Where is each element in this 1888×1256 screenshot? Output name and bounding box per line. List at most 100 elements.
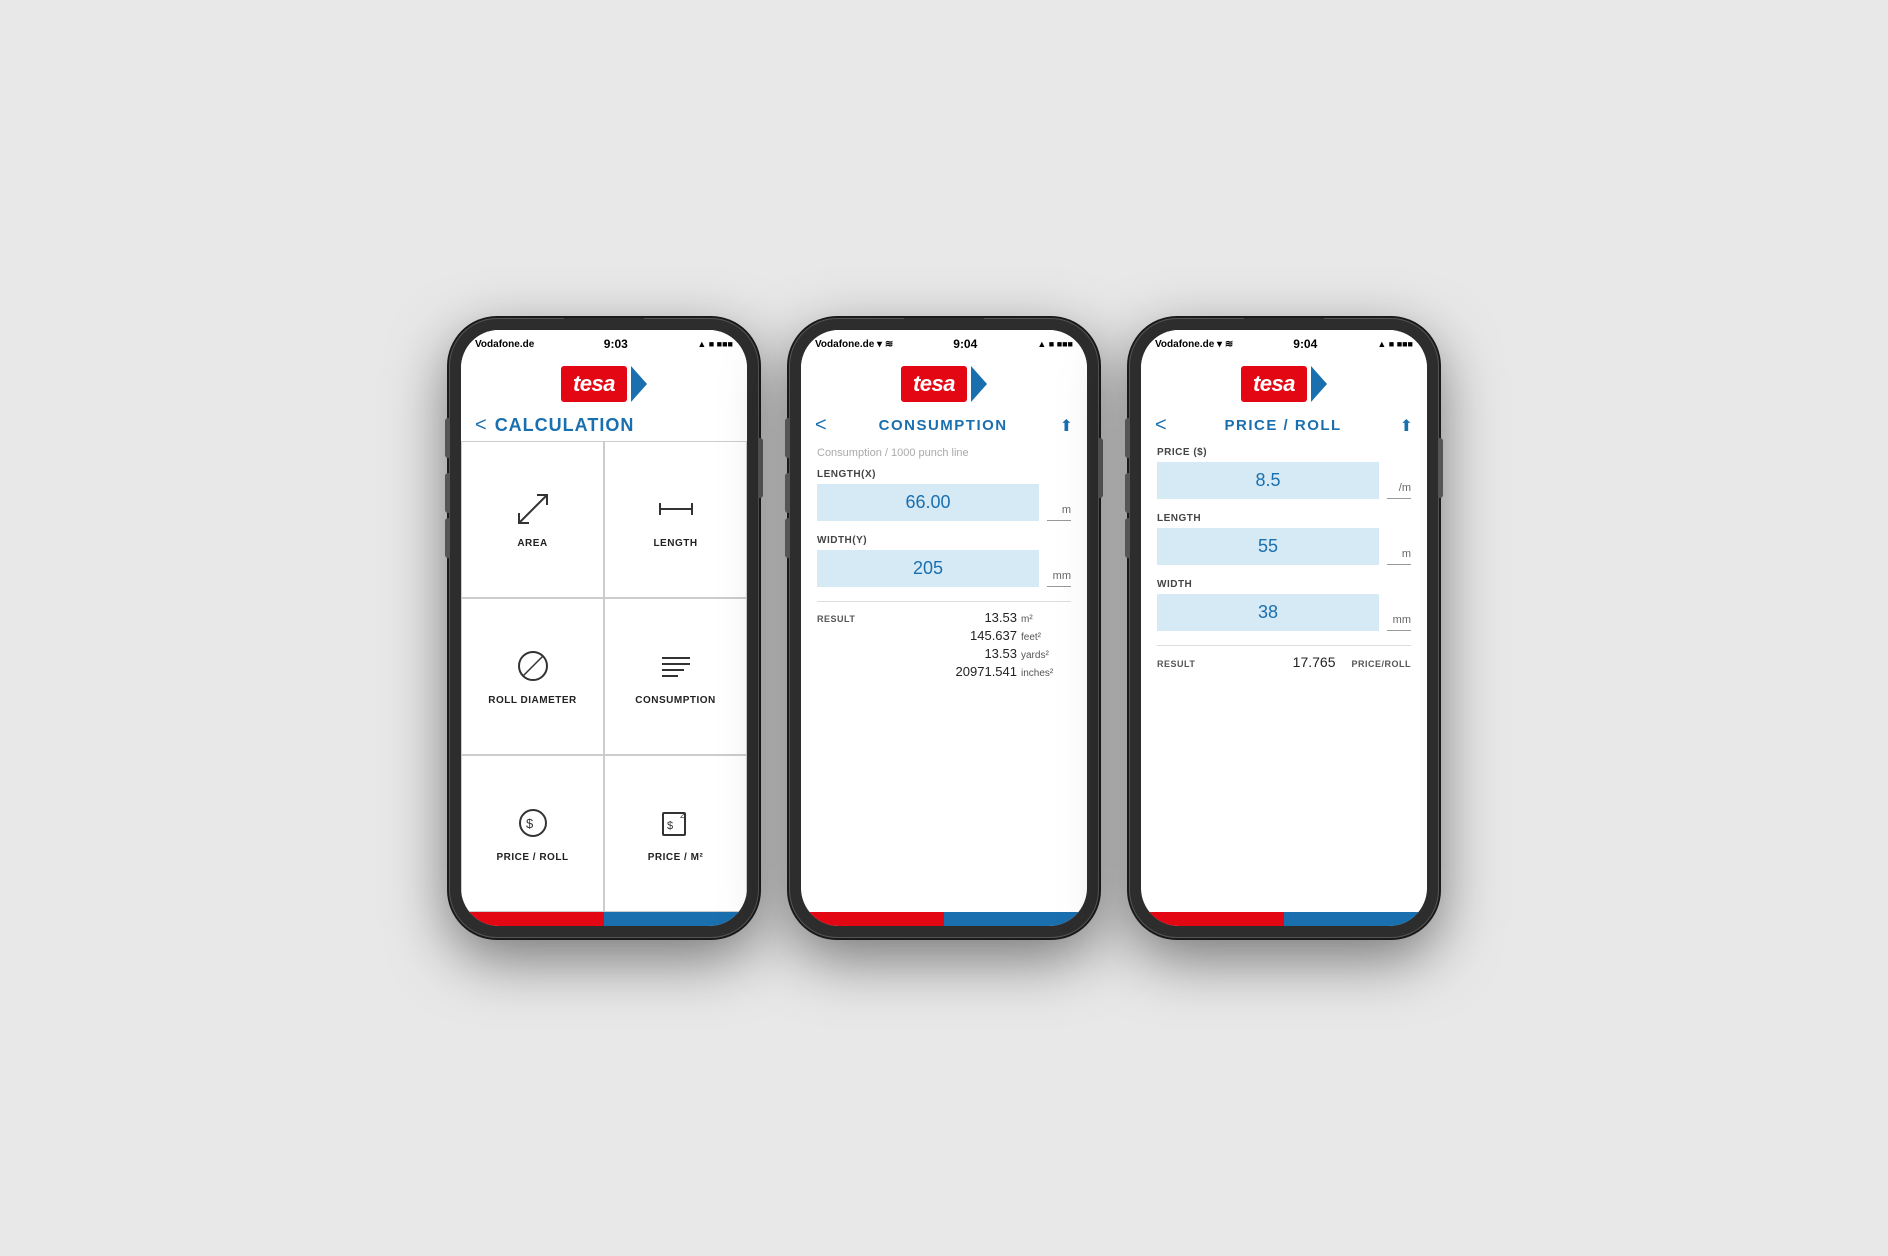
tesa-logo-box-3: tesa: [1241, 366, 1307, 402]
tesa-logo-box-2: tesa: [901, 366, 967, 402]
phone-notch: [564, 318, 644, 326]
result-unit-price: PRICE/ROLL: [1351, 659, 1411, 669]
time-2: 9:04: [953, 337, 977, 351]
field-label-length-p: LENGTH: [1157, 513, 1411, 524]
phones-container: Vodafone.de 9:03 ▲ ■ ■■■ tesa < CALCULAT…: [449, 318, 1439, 938]
phone-1: Vodafone.de 9:03 ▲ ■ ■■■ tesa < CALCULAT…: [449, 318, 759, 938]
form-title-2: CONSUMPTION: [879, 417, 1008, 434]
form-divider-3: [1157, 645, 1411, 646]
roll-icon: [515, 648, 551, 689]
field-label-price: PRICE ($): [1157, 447, 1411, 458]
svg-text:$: $: [667, 820, 673, 832]
field-row-length-x: 66.00 m: [817, 484, 1071, 521]
result-value-1: 13.53: [947, 610, 1017, 625]
result-section-2: RESULT 13.53 m² 145.637 feet² 13.: [817, 610, 1071, 679]
screen-content-2: < CONSUMPTION ⬆ Consumption / 1000 punch…: [801, 408, 1087, 912]
calc-grid: AREA LENGTH: [461, 441, 747, 912]
result-unit-1: m²: [1021, 614, 1071, 625]
consumption-label: CONSUMPTION: [635, 695, 716, 706]
input-length-p[interactable]: 55: [1157, 528, 1379, 565]
input-price[interactable]: 8.5: [1157, 462, 1379, 499]
tesa-logo-3: tesa: [1241, 366, 1327, 402]
status-bar-3: Vodafone.de ▾ ≋ 9:04 ▲ ■ ■■■: [1141, 330, 1427, 358]
bottom-bar-red-2: [801, 912, 944, 926]
input-width-y[interactable]: 205: [817, 550, 1039, 587]
tesa-arrow-1: [631, 366, 647, 402]
result-value-price: 17.765: [1293, 654, 1336, 670]
consumption-icon: [658, 648, 694, 689]
length-label: LENGTH: [653, 538, 697, 549]
bottom-bar-1: [461, 912, 747, 926]
carrier-2: Vodafone.de ▾ ≋: [815, 339, 893, 350]
result-unit-2: feet²: [1021, 632, 1071, 643]
battery-icons-2: ▲ ■ ■■■: [1037, 339, 1073, 349]
result-value-2: 145.637: [947, 628, 1017, 643]
phone-notch-3: [1244, 318, 1324, 326]
field-label-length-x: LENGTH(X): [817, 469, 1071, 480]
svg-text:2: 2: [680, 811, 685, 820]
carrier-3: Vodafone.de ▾ ≋: [1155, 339, 1233, 350]
field-row-length-p: 55 m: [1157, 528, 1411, 565]
result-label-2: RESULT: [817, 614, 862, 624]
svg-text:$: $: [526, 816, 534, 831]
area-icon: [515, 491, 551, 532]
time-3: 9:04: [1293, 337, 1317, 351]
roll-label: ROLL DIAMETER: [488, 695, 577, 706]
result-unit-4: inches²: [1021, 668, 1071, 679]
phone-screen-2: Vodafone.de ▾ ≋ 9:04 ▲ ■ ■■■ tesa < CONS…: [801, 330, 1087, 926]
form-title-3: PRICE / ROLL: [1225, 417, 1342, 434]
tesa-logo-box-1: tesa: [561, 366, 627, 402]
calc-cell-consumption[interactable]: CONSUMPTION: [604, 598, 747, 755]
result-section-3: RESULT 17.765 PRICE/ROLL: [1157, 654, 1411, 670]
share-icon-2[interactable]: ⬆: [1060, 416, 1073, 436]
form-divider-2: [817, 601, 1071, 602]
form-nav-3: < PRICE / ROLL ⬆: [1141, 408, 1427, 441]
result-value-4: 20971.541: [947, 664, 1017, 679]
input-width-p[interactable]: 38: [1157, 594, 1379, 631]
battery-icons-1: ▲ ■ ■■■: [697, 339, 733, 349]
share-icon-3[interactable]: ⬆: [1400, 416, 1413, 436]
unit-width-p: mm: [1387, 614, 1411, 631]
result-value-3: 13.53: [947, 646, 1017, 661]
calc-cell-area[interactable]: AREA: [461, 441, 604, 598]
form-subtitle-2: Consumption / 1000 punch line: [817, 447, 1071, 459]
calc-cell-roll[interactable]: ROLL DIAMETER: [461, 598, 604, 755]
battery-icons-3: ▲ ■ ■■■: [1377, 339, 1413, 349]
price-m2-icon: $ 2: [658, 805, 694, 846]
back-button-2[interactable]: <: [815, 414, 827, 437]
status-bar-2: Vodafone.de ▾ ≋ 9:04 ▲ ■ ■■■: [801, 330, 1087, 358]
back-button-1[interactable]: <: [475, 414, 487, 437]
result-unit-3: yards²: [1021, 650, 1071, 661]
price-roll-label: PRICE / ROLL: [496, 852, 568, 863]
status-bar-1: Vodafone.de 9:03 ▲ ■ ■■■: [461, 330, 747, 358]
time-1: 9:03: [604, 337, 628, 351]
phone-screen-3: Vodafone.de ▾ ≋ 9:04 ▲ ■ ■■■ tesa < PRIC…: [1141, 330, 1427, 926]
input-length-x[interactable]: 66.00: [817, 484, 1039, 521]
calc-cell-price-m2[interactable]: $ 2 PRICE / M²: [604, 755, 747, 912]
result-row-1: RESULT 13.53 m²: [817, 610, 1071, 625]
price-m2-label: PRICE / M²: [648, 852, 704, 863]
tesa-logo-2: tesa: [901, 366, 987, 402]
field-label-width-y: WIDTH(Y): [817, 535, 1071, 546]
form-body-3: PRICE ($) 8.5 /m LENGTH 55 m WIDTH 38 mm: [1141, 441, 1427, 912]
screen-content-1: < CALCULATION AREA: [461, 408, 747, 912]
field-row-width-y: 205 mm: [817, 550, 1071, 587]
calc-cell-length[interactable]: LENGTH: [604, 441, 747, 598]
tesa-arrow-2: [971, 366, 987, 402]
bottom-bar-blue-3: [1284, 912, 1427, 926]
result-label-3: RESULT: [1157, 659, 1202, 669]
logo-header-2: tesa: [801, 358, 1087, 408]
length-icon: [658, 491, 694, 532]
phone-2: Vodafone.de ▾ ≋ 9:04 ▲ ■ ■■■ tesa < CONS…: [789, 318, 1099, 938]
area-label: AREA: [517, 538, 547, 549]
tesa-text-1: tesa: [573, 371, 615, 397]
back-button-3[interactable]: <: [1155, 414, 1167, 437]
bottom-bar-red-3: [1141, 912, 1284, 926]
tesa-arrow-3: [1311, 366, 1327, 402]
bottom-bar-2: [801, 912, 1087, 926]
calc-nav: < CALCULATION: [461, 408, 747, 441]
form-nav-2: < CONSUMPTION ⬆: [801, 408, 1087, 441]
tesa-text-3: tesa: [1253, 371, 1295, 397]
calc-cell-price-roll[interactable]: $ PRICE / ROLL: [461, 755, 604, 912]
screen-content-3: < PRICE / ROLL ⬆ PRICE ($) 8.5 /m LENGTH…: [1141, 408, 1427, 912]
